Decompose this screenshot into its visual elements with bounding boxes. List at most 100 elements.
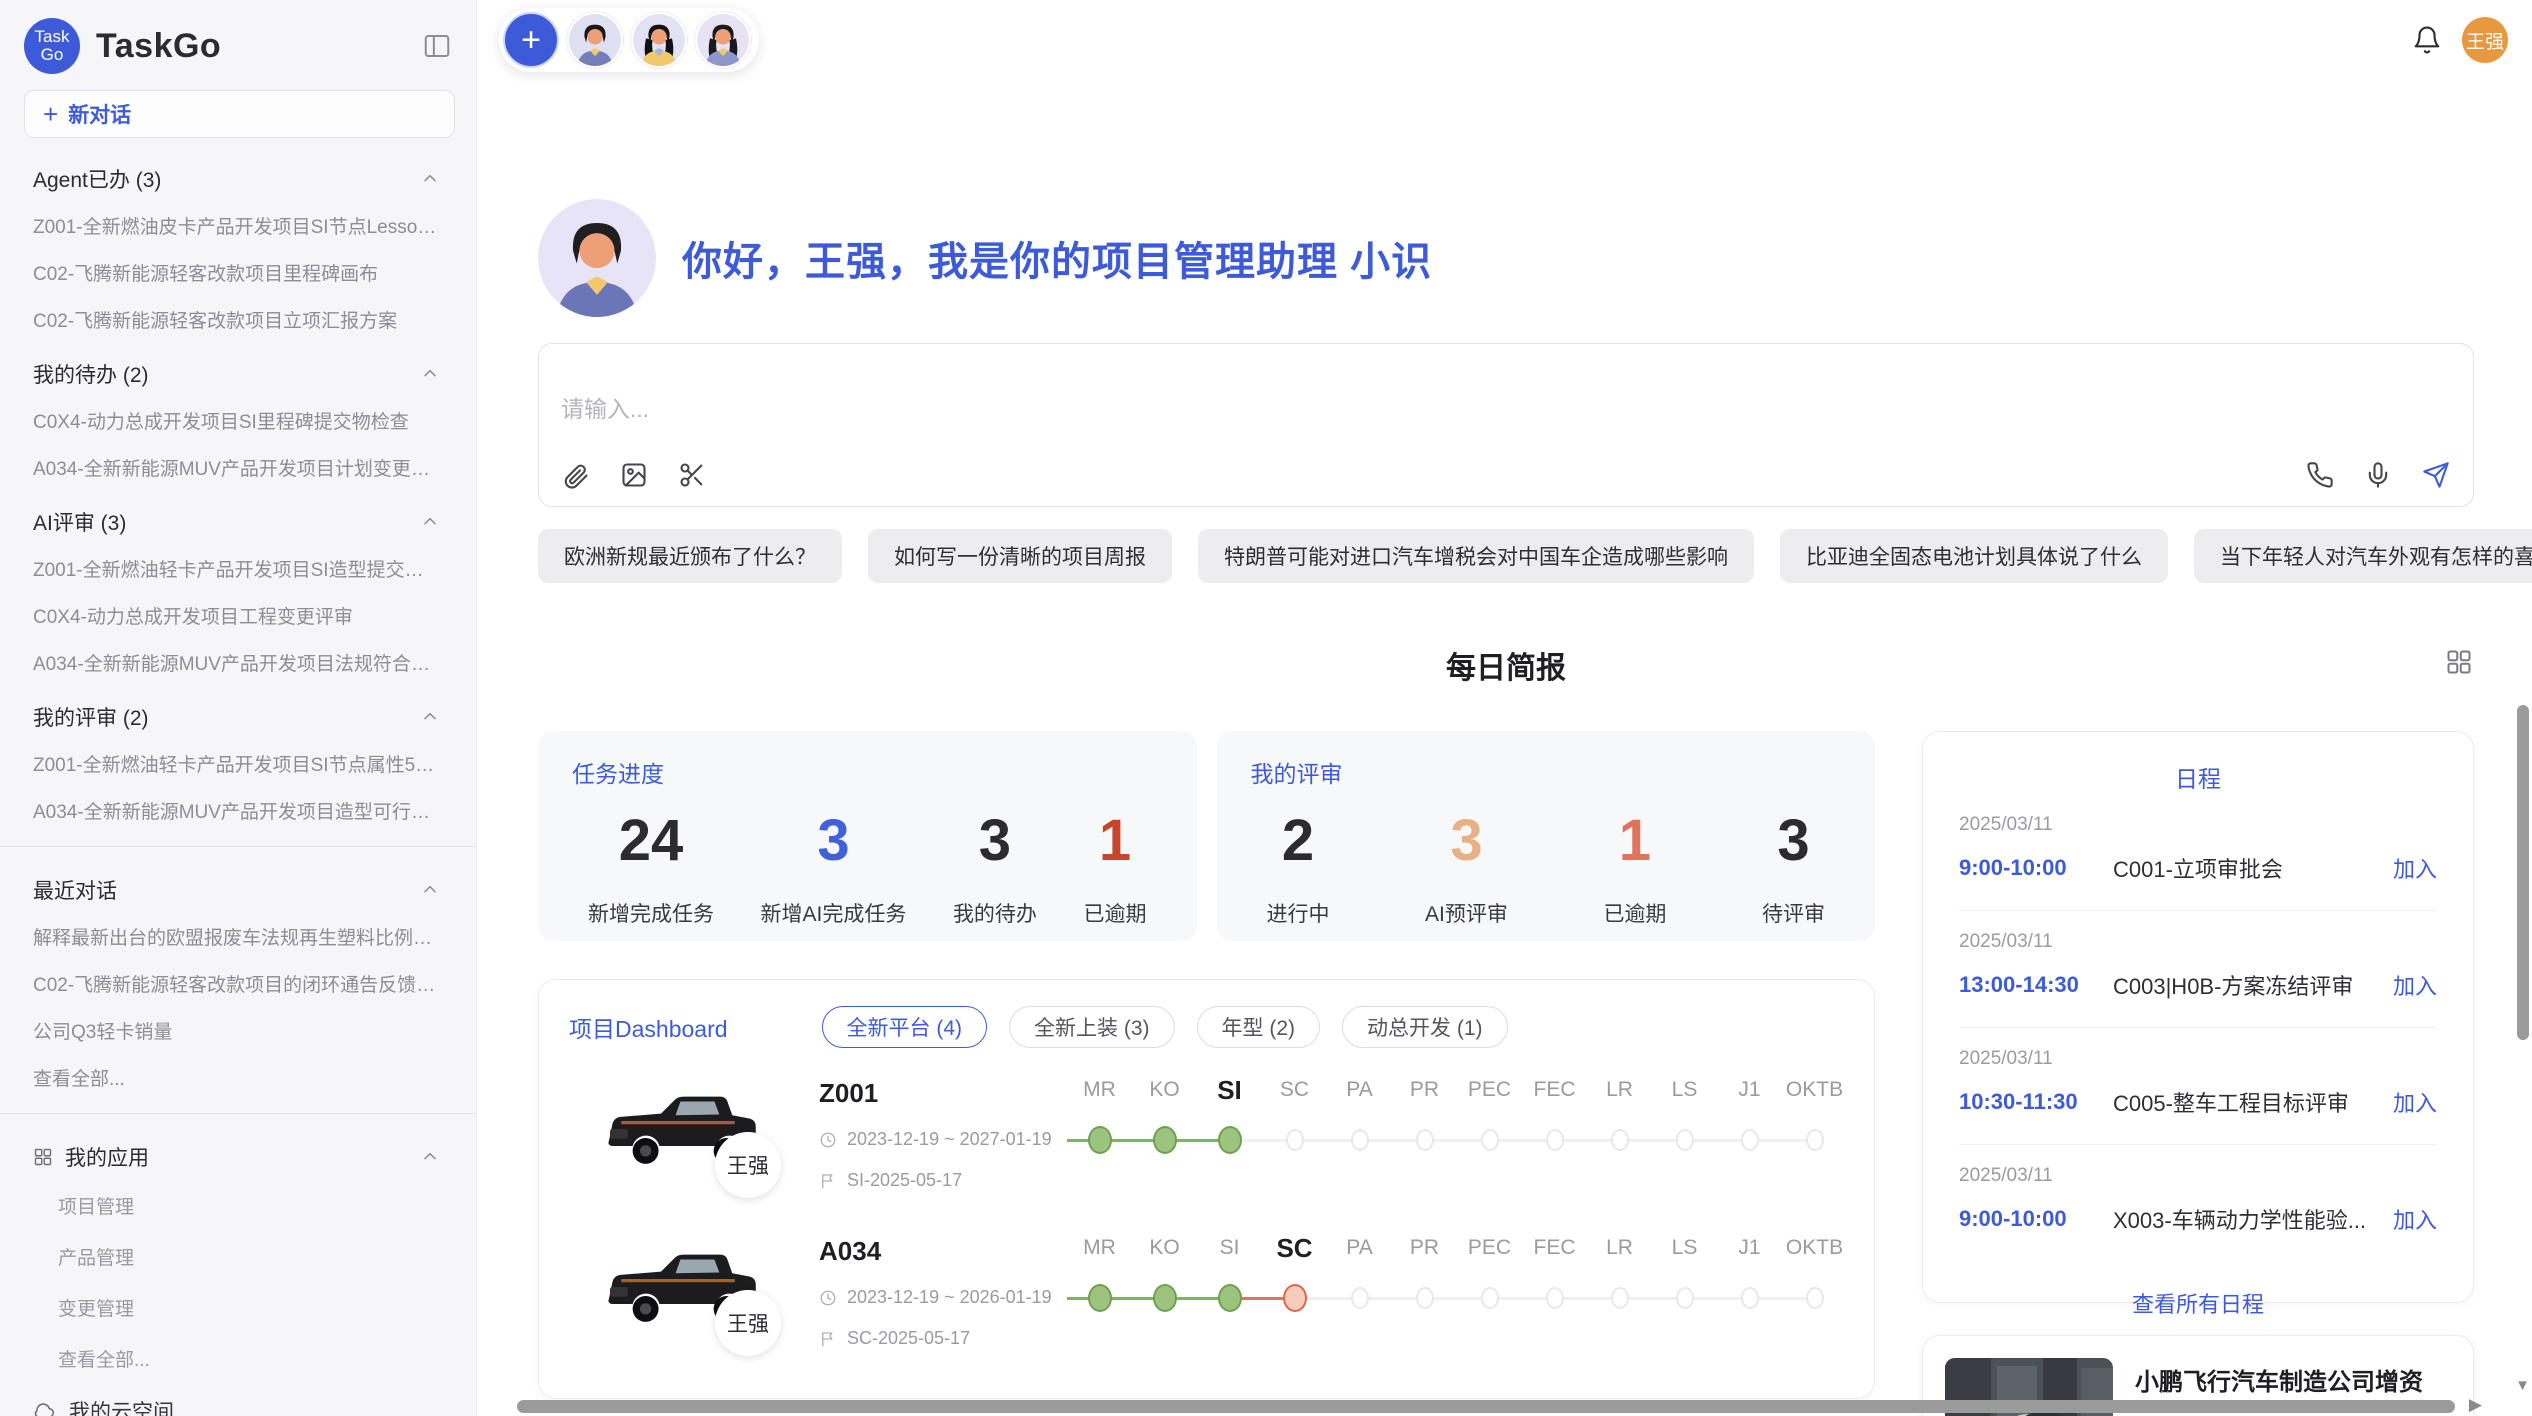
scissors-icon[interactable] <box>677 460 707 490</box>
view-all-apps-link[interactable]: 查看全部... <box>0 1333 476 1384</box>
microphone-icon[interactable] <box>2363 460 2393 490</box>
app-title: TaskGo <box>96 27 420 66</box>
milestone-dot <box>1153 1126 1177 1154</box>
sidebar-item[interactable]: Z001-全新燃油轻卡产品开发项目SI造型提交物评审 <box>0 545 476 592</box>
recent-chat-item[interactable]: 公司Q3轻卡销量 <box>0 1007 476 1054</box>
chat-input[interactable] <box>561 390 2253 450</box>
stat-label: 待评审 <box>1762 898 1825 928</box>
conversation-avatar-3[interactable] <box>695 12 751 68</box>
chevron-up-icon <box>420 364 440 384</box>
section-label: 我的评审 (2) <box>33 702 149 732</box>
sidebar-section-header[interactable]: 最近对话 <box>0 859 476 913</box>
event-title: C001-立项审批会 <box>2113 852 2381 884</box>
conversation-avatar-1[interactable] <box>567 12 623 68</box>
sidebar-section-header[interactable]: Agent已办 (3) <box>0 148 476 202</box>
view-all-schedule-link[interactable]: 查看所有日程 <box>1959 1287 2437 1319</box>
milestone-dot <box>1351 1129 1369 1151</box>
dashboard-tabs: 全新平台 (4) 全新上装 (3) 年型 (2) 动总开发 (1) <box>822 1006 1508 1048</box>
sidebar-item[interactable]: A034-全新新能源MUV产品开发项目造型可行性评审 <box>0 787 476 834</box>
send-icon[interactable] <box>2421 460 2451 490</box>
divider <box>0 1113 476 1114</box>
notification-bell-icon[interactable] <box>2410 23 2444 57</box>
sidebar-section-header[interactable]: 我的待办 (2) <box>0 343 476 397</box>
schedule-card: 日程 2025/03/119:00-10:00C001-立项审批会加入2025/… <box>1922 731 2474 1303</box>
sidebar-section-header[interactable]: 我的评审 (2) <box>0 686 476 740</box>
dashboard-tab[interactable]: 年型 (2) <box>1197 1006 1321 1048</box>
composer-attachment-tools <box>561 460 707 490</box>
view-all-chats-link[interactable]: 查看全部... <box>0 1054 476 1101</box>
suggestion-chip[interactable]: 如何写一份清晰的项目周报 <box>868 529 1172 583</box>
sidebar-collapse-icon[interactable] <box>420 29 454 63</box>
sidebar-item[interactable]: C02-飞腾新能源轻客改款项目里程碑画布 <box>0 249 476 296</box>
app-item[interactable]: 变更管理 <box>0 1282 476 1333</box>
layout-grid-icon[interactable] <box>2444 647 2474 677</box>
recent-chat-item[interactable]: 解释最新出台的欧盟报废车法规再生塑料比例被调至15%... <box>0 913 476 960</box>
sidebar-item[interactable]: A034-全新新能源MUV产品开发项目法规符合性评审 <box>0 639 476 686</box>
milestone-label: KO <box>1132 1228 1197 1268</box>
user-avatar[interactable]: 王强 <box>2462 17 2508 63</box>
milestone-dot <box>1806 1287 1824 1309</box>
event-join-link[interactable]: 加入 <box>2393 1086 2437 1118</box>
scroll-right-arrow[interactable]: ▶ <box>2469 1395 2482 1415</box>
sidebar-item[interactable]: C0X4-动力总成开发项目工程变更评审 <box>0 592 476 639</box>
section-label: 我的待办 (2) <box>33 359 149 389</box>
project-dates-text: 2023-12-19 ~ 2027-01-19 <box>847 1129 1052 1150</box>
clock-icon <box>819 1289 837 1307</box>
event-row: 10:30-11:30C005-整车工程目标评审加入 <box>1959 1086 2437 1118</box>
dashboard-tab[interactable]: 全新平台 (4) <box>822 1006 988 1048</box>
add-conversation-button[interactable]: + <box>503 12 559 68</box>
event-join-link[interactable]: 加入 <box>2393 1203 2437 1235</box>
truck-image <box>597 1386 759 1399</box>
dashboard-tab[interactable]: 动总开发 (1) <box>1342 1006 1508 1048</box>
stat-item: 1已逾期 <box>1603 807 1666 928</box>
sidebar-item[interactable]: C0X4-动力总成开发项目SI里程碑提交物检查 <box>0 397 476 444</box>
scroll-down-arrow[interactable]: ▼ <box>2515 1377 2530 1394</box>
suggestion-chip[interactable]: 比亚迪全固态电池计划具体说了什么 <box>1780 529 2168 583</box>
suggestion-chip[interactable]: 当下年轻人对汽车外观有怎样的喜好趋势 <box>2194 529 2532 583</box>
milestone-label: KO <box>1132 1070 1197 1110</box>
conversation-avatar-2[interactable] <box>631 12 687 68</box>
vertical-scrollbar[interactable] <box>2517 705 2529 1040</box>
sidebar-item[interactable]: A034-全新新能源MUV产品开发项目计划变更表编写 <box>0 444 476 491</box>
briefing-right-column: 日程 2025/03/119:00-10:00C001-立项审批会加入2025/… <box>1922 731 2474 1416</box>
project-row-partial[interactable] <box>569 1386 1844 1399</box>
app-item[interactable]: 项目管理 <box>0 1180 476 1231</box>
sidebar-item-cloud[interactable]: 我的云空间 <box>0 1384 476 1416</box>
suggestion-chip[interactable]: 特朗普可能对进口汽车增税会对中国车企造成哪些影响 <box>1198 529 1754 583</box>
sidebar-section-header[interactable]: AI评审 (3) <box>0 491 476 545</box>
milestone-label: PA <box>1327 1228 1392 1268</box>
composer-send-tools <box>2305 460 2451 490</box>
phone-call-icon[interactable] <box>2305 460 2335 490</box>
sidebar-item[interactable]: Z001-全新燃油皮卡产品开发项目SI节点Lesson Learn报告 <box>0 202 476 249</box>
event-join-link[interactable]: 加入 <box>2393 969 2437 1001</box>
horizontal-scrollbar[interactable] <box>517 1400 2455 1413</box>
project-row[interactable]: 王强Z0012023-12-19 ~ 2027-01-19SI-2025-05-… <box>569 1070 1844 1206</box>
project-name: A034 <box>819 1236 1059 1267</box>
event-join-link[interactable]: 加入 <box>2393 852 2437 884</box>
stat-value: 3 <box>761 807 907 874</box>
stat-label: 我的待办 <box>953 898 1037 928</box>
app-item[interactable]: 产品管理 <box>0 1231 476 1282</box>
sidebar-item[interactable]: Z001-全新燃油轻卡产品开发项目SI节点属性5D文件评审 <box>0 740 476 787</box>
stat-list: 24新增完成任务3新增AI完成任务3我的待办1已逾期 <box>572 807 1163 928</box>
new-chat-label: 新对话 <box>68 99 131 129</box>
milestone-label: FEC <box>1522 1070 1587 1110</box>
event-title: C005-整车工程目标评审 <box>2113 1086 2381 1118</box>
project-row[interactable]: 王强A0342023-12-19 ~ 2026-01-19SC-2025-05-… <box>569 1228 1844 1364</box>
chevron-up-icon <box>420 512 440 532</box>
recent-chat-item[interactable]: C02-飞腾新能源轻客改款项目的闭环通告反馈情况 <box>0 960 476 1007</box>
stat-value: 1 <box>1083 807 1146 874</box>
sidebar-section-my-apps[interactable]: 我的应用 <box>0 1126 476 1180</box>
new-chat-button[interactable]: + 新对话 <box>24 90 455 138</box>
logo-text-2: Go <box>41 46 64 64</box>
image-upload-icon[interactable] <box>619 460 649 490</box>
milestone-timeline: MRKOSISCPAPRPECFECLRLSJ1OKTB <box>1067 1070 1857 1190</box>
section-label: 最近对话 <box>33 875 117 905</box>
attachment-icon[interactable] <box>561 460 591 490</box>
dashboard-tab[interactable]: 全新上装 (3) <box>1009 1006 1175 1048</box>
milestone-dot <box>1676 1129 1694 1151</box>
suggestion-chip[interactable]: 欧洲新规最近颁布了什么？ <box>538 529 842 583</box>
sidebar-item[interactable]: C02-飞腾新能源轻客改款项目立项汇报方案 <box>0 296 476 343</box>
chevron-up-icon <box>420 169 440 189</box>
schedule-title: 日程 <box>1959 760 2437 794</box>
